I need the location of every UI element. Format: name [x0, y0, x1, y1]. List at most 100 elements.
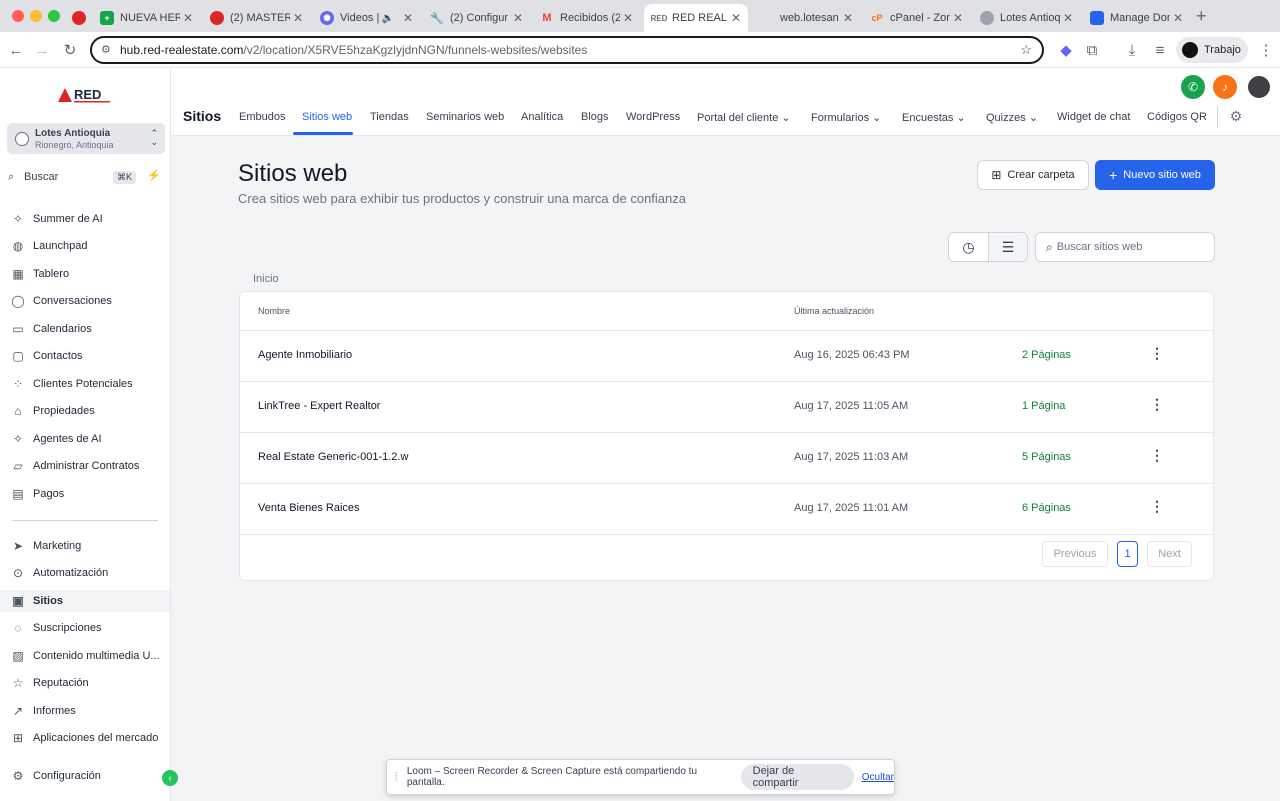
audio-icon[interactable]: 🔈 [382, 13, 394, 24]
browser-tab[interactable]: Lotes Antioq ✕ [972, 4, 1080, 32]
sidebar-item-reputacion[interactable]: ☆ Reputación [0, 672, 170, 694]
tab-close-icon[interactable]: ✕ [620, 11, 636, 25]
new-tab-button[interactable]: + [1196, 6, 1207, 27]
sidebar-item-informes[interactable]: ↗ Informes [0, 700, 170, 722]
forward-arrow-icon[interactable]: → [32, 40, 52, 60]
tab-wordpress[interactable]: WordPress [626, 111, 680, 123]
table-row[interactable]: Real Estate Generic-001-1.2.w Aug 17, 20… [240, 433, 1213, 484]
tab-formularios[interactable]: Formularios ⌄ [811, 111, 881, 124]
tab-close-icon[interactable]: ✕ [290, 11, 306, 25]
bookmark-star-icon[interactable]: ☆ [1020, 42, 1032, 58]
tab-close-icon[interactable]: ✕ [1060, 11, 1076, 25]
tab-sitios-web[interactable]: Sitios web [302, 111, 352, 123]
clock-icon[interactable]: ◷ [949, 233, 988, 261]
pagination-page-button[interactable]: 1 [1117, 541, 1138, 567]
tab-blogs[interactable]: Blogs [581, 111, 609, 123]
tab-close-icon[interactable]: ✕ [180, 11, 196, 25]
extensions-puzzle-icon[interactable]: ⧉ [1082, 40, 1102, 60]
collapse-sidebar-button[interactable]: ‹ [162, 770, 178, 786]
tab-seminarios-web[interactable]: Seminarios web [426, 111, 504, 123]
sidebar-item-agentes-ai[interactable]: ✧ Agentes de AI [0, 428, 170, 450]
sidebar-item-marketing[interactable]: ➤ Marketing [0, 535, 170, 557]
table-row[interactable]: LinkTree - Expert Realtor Aug 17, 2025 1… [240, 382, 1213, 433]
pagination-previous-button[interactable]: Previous [1042, 541, 1108, 567]
sidebar-item-aplicaciones-mercado[interactable]: ⊞ Aplicaciones del mercado [0, 727, 170, 749]
settings-gear-icon[interactable]: ⚙ [1227, 108, 1245, 126]
tab-quizzes[interactable]: Quizzes ⌄ [986, 111, 1038, 124]
browser-tab[interactable]: 🔧 (2) Configur ✕ [422, 4, 530, 32]
browser-tab[interactable]: cP cPanel - Zon ✕ [862, 4, 970, 32]
sidebar-item-launchpad[interactable]: ◍ Launchpad [0, 235, 170, 257]
column-header-name[interactable]: Nombre [258, 306, 290, 316]
more-options-icon[interactable]: ⋮ [1150, 345, 1164, 367]
table-row[interactable]: Agente Inmobiliario Aug 16, 2025 06:43 P… [240, 331, 1213, 382]
sidebar-item-summer-ai[interactable]: ✧ Summer de AI [0, 208, 170, 230]
search-input[interactable] [1056, 241, 1197, 253]
browser-tab[interactable]: M Recibidos (2 ✕ [532, 4, 640, 32]
sidebar-item-conversaciones[interactable]: ◯ Conversaciones [0, 290, 170, 312]
tab-portal-cliente[interactable]: Portal del cliente ⌄ [697, 111, 791, 124]
tab-close-icon[interactable]: ✕ [510, 11, 526, 25]
download-icon[interactable]: ⤓ [1122, 40, 1142, 60]
close-window-button[interactable] [12, 10, 24, 22]
minimize-window-button[interactable] [30, 10, 42, 22]
location-switcher[interactable]: Lotes Antioquia Rionegro, Antioquia ⌃ ⌄ [7, 123, 165, 154]
stop-sharing-button[interactable]: Dejar de compartir [740, 764, 854, 790]
avatar[interactable] [1246, 74, 1272, 100]
sidebar-item-pagos[interactable]: ▤ Pagos [0, 483, 170, 505]
site-info-icon[interactable]: ⚙ [101, 43, 111, 56]
pagination-next-button[interactable]: Next [1147, 541, 1192, 567]
sidebar-item-sitios[interactable]: ▣ Sitios [0, 590, 170, 612]
list-view-icon[interactable]: ☰ [987, 233, 1027, 261]
zoom-window-button[interactable] [48, 10, 60, 22]
browser-tab[interactable]: Manage Don ✕ [1082, 4, 1190, 32]
tab-close-icon[interactable]: ✕ [1170, 11, 1186, 25]
tab-close-icon[interactable]: ✕ [400, 11, 416, 25]
hide-link[interactable]: Ocultar [862, 772, 894, 783]
sidebar-item-clientes-potenciales[interactable]: ⁘ Clientes Potenciales [0, 373, 170, 395]
sidebar-search[interactable]: ⌕ Buscar ⌘K [8, 169, 136, 185]
notification-bell-icon[interactable]: ♪ [1213, 75, 1237, 99]
sidebar-item-calendarios[interactable]: ▭ Calendarios [0, 318, 170, 340]
browser-tab[interactable]: + NUEVA HERR ✕ [92, 4, 200, 32]
sidebar-item-tablero[interactable]: ▦ Tablero [0, 263, 170, 285]
tab-tiendas[interactable]: Tiendas [370, 111, 409, 123]
breadcrumb[interactable]: Inicio [253, 273, 279, 285]
tab-encuestas[interactable]: Encuestas ⌄ [902, 111, 966, 124]
sidebar-item-propiedades[interactable]: ⌂ Propiedades [0, 400, 170, 422]
sidebar-item-automatizacion[interactable]: ⊙ Automatización [0, 562, 170, 584]
sidebar-item-contenido-multimedia[interactable]: ▨ Contenido multimedia U... [0, 645, 170, 667]
phone-icon[interactable]: ✆ [1181, 75, 1205, 99]
browser-tab[interactable]: web.lotesan ✕ [752, 4, 860, 32]
sidebar-item-suscripciones[interactable]: ◌ Suscripciones [0, 617, 170, 639]
create-folder-button[interactable]: ⊞ Crear carpeta [977, 160, 1089, 190]
pinned-tab[interactable] [64, 4, 86, 32]
browser-tab-active[interactable]: RED RED REAL E ✕ [644, 4, 748, 32]
sidebar-item-configuracion[interactable]: ⚙ Configuración [0, 765, 170, 787]
more-options-icon[interactable]: ⋮ [1150, 498, 1164, 520]
browser-tab[interactable]: (2) MASTER ✕ [202, 4, 310, 32]
profile-chip[interactable]: Trabajo [1176, 37, 1248, 63]
sidebar-item-administrar-contratos[interactable]: ▱ Administrar Contratos [0, 455, 170, 477]
tab-analitica[interactable]: Analítica [521, 111, 563, 123]
tab-close-icon[interactable]: ✕ [728, 11, 744, 25]
back-arrow-icon[interactable]: ← [6, 40, 26, 60]
new-website-button[interactable]: + Nuevo sitio web [1095, 160, 1215, 190]
reload-icon[interactable]: ↻ [60, 40, 80, 60]
address-bar[interactable]: ⚙ hub.red-realestate.com/v2/location/X5R… [90, 36, 1044, 64]
tab-embudos[interactable]: Embudos [239, 111, 285, 123]
media-controls-icon[interactable]: ≡ [1150, 40, 1170, 60]
tab-widget-chat[interactable]: Widget de chat [1057, 111, 1130, 123]
tab-close-icon[interactable]: ✕ [950, 11, 966, 25]
more-options-icon[interactable]: ⋮ [1150, 396, 1164, 418]
sidebar-item-contactos[interactable]: ▢ Contactos [0, 345, 170, 367]
extension-icon[interactable]: ◆ [1056, 40, 1076, 60]
table-row[interactable]: Venta Bienes Raices Aug 17, 2025 11:01 A… [240, 484, 1213, 535]
tab-codigos-qr[interactable]: Códigos QR [1147, 111, 1207, 123]
drag-handle-icon[interactable]: ⦙ [395, 771, 405, 784]
more-options-icon[interactable]: ⋮ [1150, 447, 1164, 469]
quick-action-bolt-icon[interactable]: ⚡ [146, 169, 162, 185]
tab-close-icon[interactable]: ✕ [840, 11, 856, 25]
column-header-updated[interactable]: Última actualización [794, 306, 874, 316]
browser-tab[interactable]: ✺ Videos | 🔈 ✕ [312, 4, 420, 32]
